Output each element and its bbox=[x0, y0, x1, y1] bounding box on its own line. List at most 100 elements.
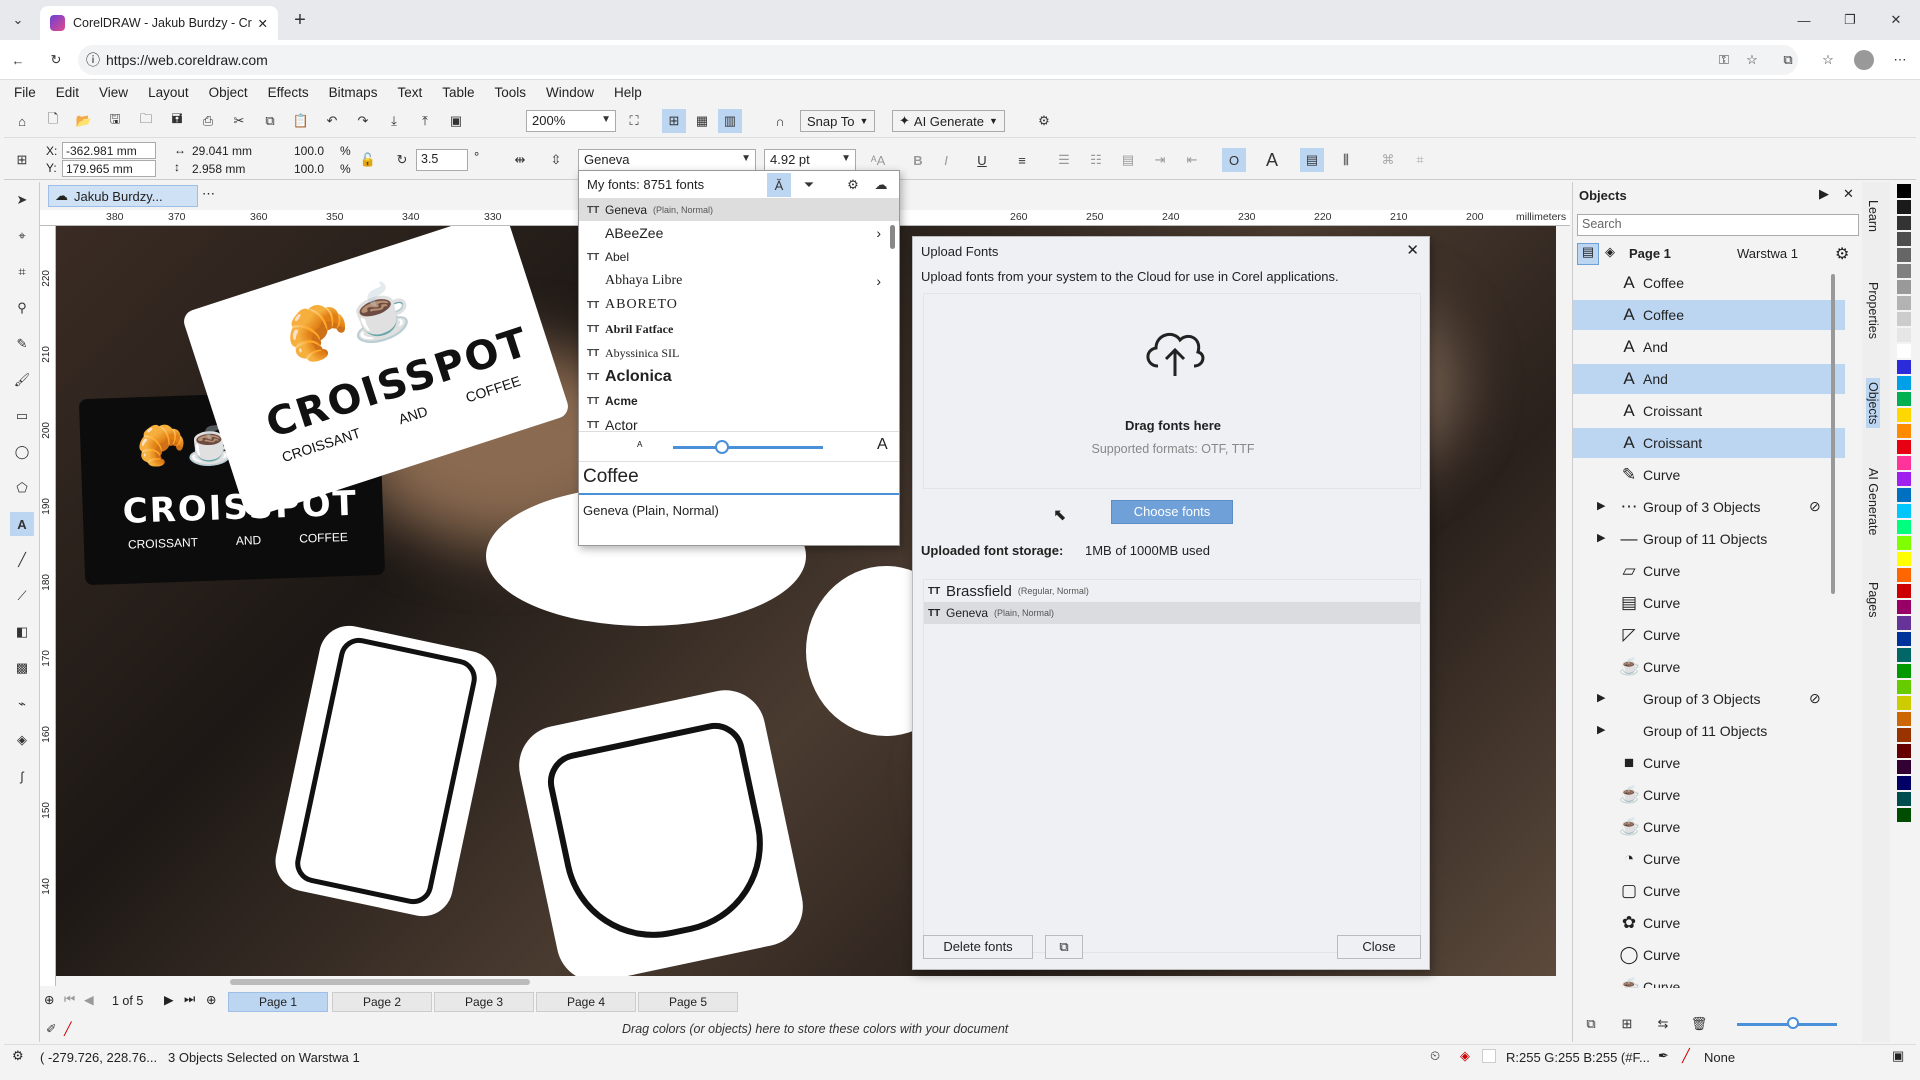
mirror-vertical-icon[interactable]: ⇳ bbox=[544, 148, 568, 172]
palette-swatch[interactable] bbox=[1897, 392, 1911, 406]
dialog-close-icon[interactable]: ✕ bbox=[1406, 241, 1419, 259]
lock-ratio-icon[interactable]: 🔓 bbox=[356, 148, 380, 172]
hidden-eye-icon[interactable]: ⊘ bbox=[1809, 498, 1821, 515]
new-master-layer-icon[interactable]: ⊞ bbox=[1615, 1012, 1639, 1036]
text-on-path-icon[interactable]: ⌘ bbox=[1376, 148, 1400, 172]
font-item[interactable]: ABeeZee › bbox=[579, 221, 899, 245]
object-row[interactable]: ▤ Curve bbox=[1573, 588, 1845, 618]
crop-tool-icon[interactable]: ⌗ bbox=[10, 260, 34, 284]
ai-generate-tab[interactable]: AI Generate bbox=[1866, 468, 1880, 535]
menu-edit[interactable]: Edit bbox=[56, 85, 79, 100]
filter-icon[interactable]: ⏷ bbox=[797, 173, 821, 197]
delete-icon[interactable]: 🗑 bbox=[1687, 1012, 1711, 1036]
url-input[interactable]: ⓘ https://web.coreldraw.com bbox=[78, 45, 1798, 75]
font-item[interactable]: TT ABORETO bbox=[579, 293, 899, 317]
choose-fonts-button[interactable]: Choose fonts bbox=[1111, 500, 1233, 524]
shadow-tool-icon[interactable]: ◧ bbox=[10, 620, 34, 644]
folder-icon[interactable]: 🗀 bbox=[134, 109, 158, 133]
palette-swatch[interactable] bbox=[1897, 296, 1911, 310]
object-origin-icon[interactable]: ⊞ bbox=[10, 148, 34, 172]
fill-tool-icon[interactable]: ◈ bbox=[10, 728, 34, 752]
menu-window[interactable]: Window bbox=[546, 85, 594, 100]
polygon-tool-icon[interactable]: ⬠ bbox=[10, 476, 34, 500]
drop-zone[interactable]: Drag fonts here Supported formats: OTF, … bbox=[923, 293, 1421, 489]
object-row[interactable]: ▶ Group of 3 Objects ⊘ bbox=[1573, 684, 1845, 714]
current-font-row[interactable]: TT Geneva (Plain, Normal) bbox=[579, 199, 899, 221]
object-row[interactable]: A Croissant bbox=[1573, 428, 1845, 458]
panel-expand-icon[interactable]: ▶ bbox=[1819, 186, 1829, 202]
next-page-icon[interactable]: ▶ bbox=[164, 992, 174, 1007]
palette-swatch[interactable] bbox=[1897, 312, 1911, 326]
zoom-fit-icon[interactable]: ⛶ bbox=[622, 109, 646, 133]
hidden-eye-icon[interactable]: ⊘ bbox=[1809, 690, 1821, 707]
palette-swatch[interactable] bbox=[1897, 760, 1911, 774]
page-tab[interactable]: Page 3 bbox=[434, 992, 534, 1012]
palette-swatch[interactable] bbox=[1897, 648, 1911, 662]
ellipse-tool-icon[interactable]: ◯ bbox=[10, 440, 34, 464]
numbered-list-icon[interactable]: ☷ bbox=[1084, 148, 1108, 172]
expand-arrow-icon[interactable]: ▶ bbox=[1597, 531, 1605, 544]
snap-to-dropdown[interactable]: Snap To ▼ bbox=[800, 110, 876, 132]
pick-tool-icon[interactable]: ➤ bbox=[10, 188, 34, 212]
object-row[interactable]: ▶ Group of 11 Objects bbox=[1573, 716, 1845, 746]
page-tab[interactable]: Page 5 bbox=[638, 992, 738, 1012]
palette-swatch[interactable] bbox=[1897, 744, 1911, 758]
palette-swatch[interactable] bbox=[1897, 424, 1911, 438]
menu-bitmaps[interactable]: Bitmaps bbox=[329, 85, 378, 100]
edit-text-icon[interactable]: ⌗ bbox=[1408, 148, 1432, 172]
paste-icon[interactable]: 📋 bbox=[289, 109, 313, 133]
extensions-icon[interactable]: ⧉ bbox=[1776, 48, 1800, 72]
status-settings-icon[interactable]: ⚙ bbox=[12, 1048, 24, 1064]
move-to-layer-icon[interactable]: ⇆ bbox=[1651, 1012, 1675, 1036]
italic-icon[interactable]: I bbox=[934, 148, 958, 172]
uploaded-font-row[interactable]: TT Brassfield (Regular, Normal) bbox=[924, 580, 1420, 602]
font-item[interactable]: TT Acme bbox=[579, 389, 899, 413]
fill-icon[interactable]: ◈ bbox=[1460, 1048, 1470, 1064]
redo-icon[interactable]: ↷ bbox=[351, 109, 375, 133]
object-row[interactable]: A And bbox=[1573, 364, 1845, 394]
palette-swatch[interactable] bbox=[1897, 632, 1911, 646]
expand-arrow-icon[interactable]: ▶ bbox=[1597, 723, 1605, 736]
text-tool-icon[interactable]: A bbox=[10, 512, 34, 536]
my-fonts-filter-icon[interactable]: Ᾰ bbox=[767, 173, 791, 197]
menu-help[interactable]: Help bbox=[614, 85, 642, 100]
objects-tab[interactable]: Objects bbox=[1866, 378, 1880, 429]
expand-arrow-icon[interactable]: ▶ bbox=[1597, 691, 1605, 704]
menu-tools[interactable]: Tools bbox=[495, 85, 527, 100]
object-row[interactable]: A Coffee bbox=[1573, 300, 1845, 330]
menu-view[interactable]: View bbox=[99, 85, 128, 100]
settings-gear-icon[interactable]: ⚙ bbox=[1032, 109, 1056, 133]
slider-thumb[interactable] bbox=[1787, 1017, 1799, 1029]
rotation-field[interactable]: 3.5 bbox=[416, 149, 468, 171]
x-position-field[interactable]: -362.981 mm bbox=[62, 142, 156, 159]
reveal-fonts-icon[interactable]: ⧉ bbox=[1045, 935, 1083, 959]
transparency-tool-icon[interactable]: ▩ bbox=[10, 656, 34, 680]
preview-text-input[interactable]: Coffee bbox=[579, 461, 899, 495]
preview-size-slider[interactable] bbox=[673, 446, 823, 449]
favorites-icon[interactable]: ☆ bbox=[1816, 48, 1840, 72]
palette-swatch[interactable] bbox=[1897, 808, 1911, 822]
palette-swatch[interactable] bbox=[1897, 328, 1911, 342]
object-row[interactable]: ✎ Curve bbox=[1573, 460, 1845, 490]
palette-swatch[interactable] bbox=[1897, 408, 1911, 422]
text-properties-icon[interactable]: A bbox=[1260, 148, 1284, 172]
object-list-scrollbar[interactable] bbox=[1831, 274, 1835, 594]
panel-settings-icon[interactable]: ⚙ bbox=[1835, 244, 1849, 264]
page-tab[interactable]: Page 1 bbox=[228, 992, 328, 1012]
palette-swatch[interactable] bbox=[1897, 488, 1911, 502]
zoom-select[interactable]: 200% ▼ bbox=[526, 110, 616, 132]
export-icon[interactable]: ⤒ bbox=[413, 109, 437, 133]
delete-fonts-button[interactable]: Delete fonts bbox=[923, 935, 1033, 959]
font-list-scrollbar[interactable] bbox=[890, 225, 895, 249]
new-document-icon[interactable]: 🗋 bbox=[41, 109, 65, 133]
rulers-icon[interactable]: ⊞ bbox=[662, 109, 686, 133]
last-page-icon[interactable]: ⏭ bbox=[184, 992, 195, 1007]
underline-icon[interactable]: U bbox=[970, 148, 994, 172]
font-item[interactable]: TT Aclonica bbox=[579, 365, 899, 389]
object-row[interactable]: ◸ Curve bbox=[1573, 620, 1845, 650]
slider-thumb[interactable] bbox=[715, 440, 729, 454]
menu-object[interactable]: Object bbox=[209, 85, 248, 100]
palette-swatch[interactable] bbox=[1897, 248, 1911, 262]
rectangle-tool-icon[interactable]: ▭ bbox=[10, 404, 34, 428]
palette-swatch[interactable] bbox=[1897, 520, 1911, 534]
